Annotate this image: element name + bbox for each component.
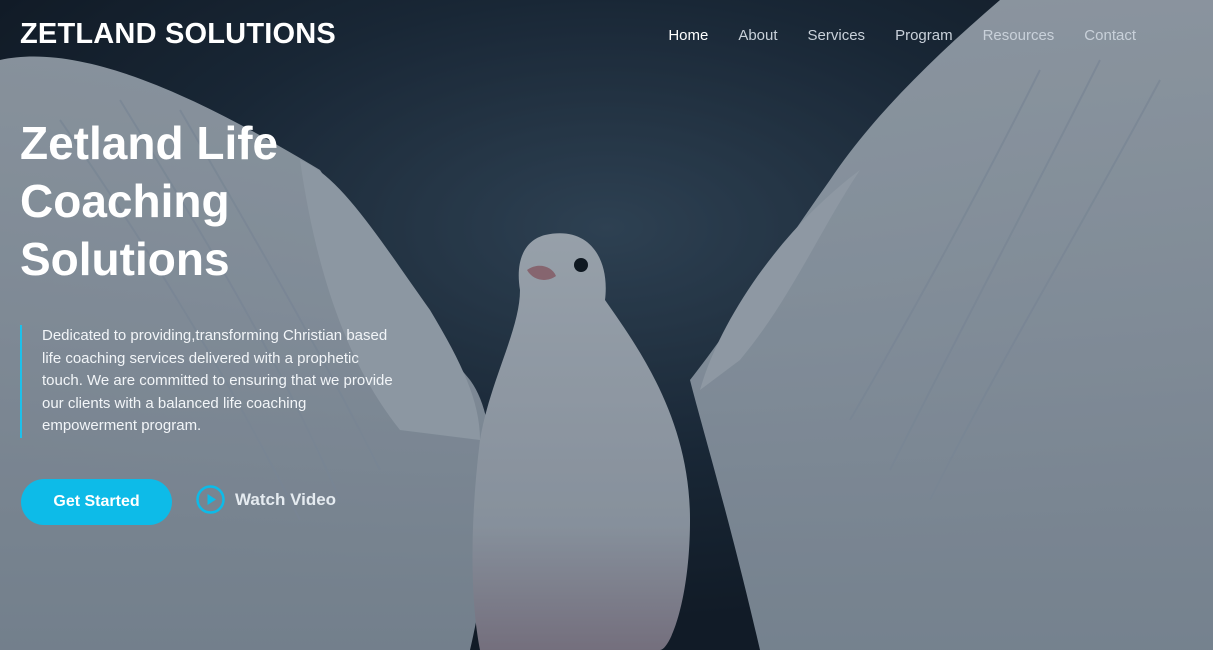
nav-item-about[interactable]: About xyxy=(738,26,777,46)
brand-logo[interactable]: ZETLAND SOLUTIONS xyxy=(20,18,336,51)
play-circle-icon[interactable] xyxy=(196,485,225,514)
nav-item-services[interactable]: Services xyxy=(808,26,866,46)
watch-video-label: Watch Video xyxy=(235,489,337,509)
hero-description: Dedicated to providing,transforming Chri… xyxy=(42,327,393,434)
get-started-button[interactable]: Get Started xyxy=(21,479,172,525)
nav-item-home[interactable]: Home xyxy=(668,26,708,46)
nav-item-program[interactable]: Program xyxy=(895,26,953,46)
hero-headline: Zetland Life Coaching Solutions xyxy=(20,117,279,285)
nav-item-resources[interactable]: Resources xyxy=(983,26,1055,46)
watch-video-button[interactable]: Watch Video xyxy=(196,485,336,514)
hero-description-block: Dedicated to providing,transforming Chri… xyxy=(20,325,402,438)
hero-section: ZETLAND SOLUTIONS Home About Services Pr… xyxy=(0,0,1213,650)
main-nav: Home About Services Program Resources Co… xyxy=(638,26,1136,46)
nav-item-contact[interactable]: Contact xyxy=(1084,26,1136,46)
